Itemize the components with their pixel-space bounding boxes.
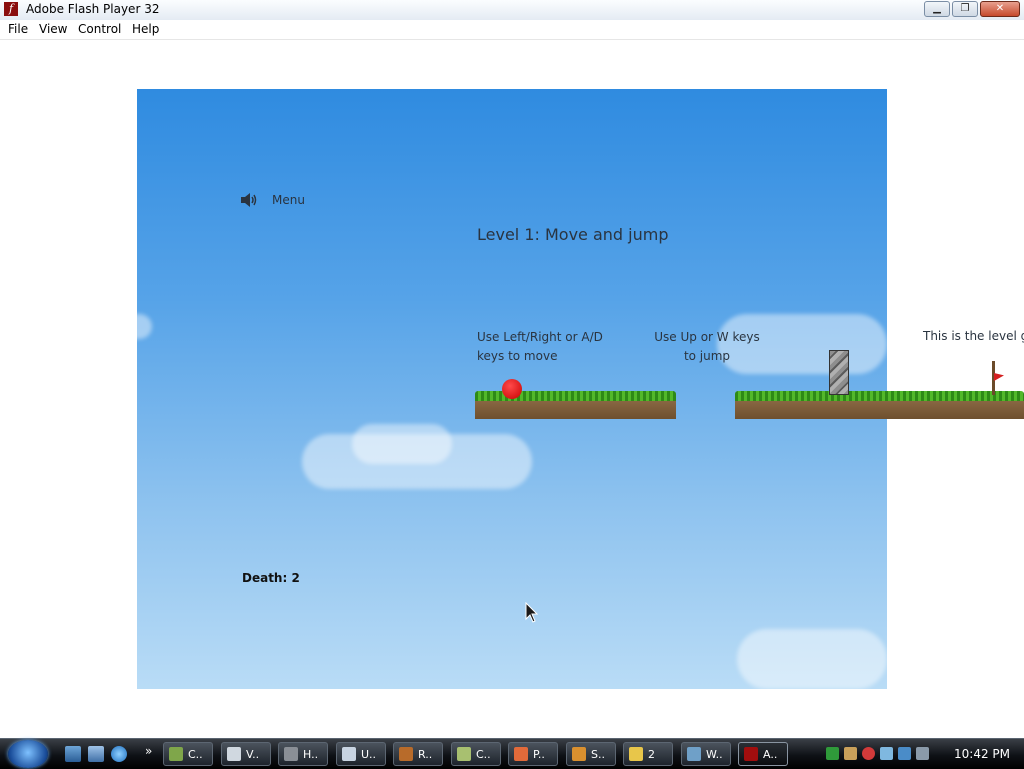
taskbar-button-label: R..	[418, 748, 433, 761]
instruction-jump-line1: Use Up or W keys	[654, 330, 760, 344]
window-title: Adobe Flash Player 32	[26, 2, 160, 16]
taskbar-button[interactable]: P..	[508, 742, 558, 766]
close-button[interactable]: ✕	[980, 1, 1020, 17]
taskbar-button-label: C..	[188, 748, 203, 761]
app-icon	[284, 747, 298, 761]
quicklaunch-more-button[interactable]: »	[145, 744, 152, 758]
taskbar-button-label: 2	[648, 748, 655, 761]
taskbar-button[interactable]: C..	[163, 742, 213, 766]
volume-muted-icon[interactable]	[916, 747, 929, 760]
taskbar-button-label: U..	[361, 748, 377, 761]
death-counter: Death: 2	[242, 571, 300, 585]
app-icon	[399, 747, 413, 761]
taskbar-button-label: H..	[303, 748, 319, 761]
taskbar-button[interactable]: 2	[623, 742, 673, 766]
instruction-move: Use Left/Right or A/D keys to move	[477, 328, 603, 366]
switch-windows-icon[interactable]	[88, 746, 104, 762]
platform	[735, 391, 1024, 419]
instruction-goal: This is the level g	[923, 329, 1024, 343]
game-menu-button[interactable]: Menu	[272, 193, 305, 207]
taskbar-button[interactable]: A..	[738, 742, 788, 766]
game-stage[interactable]: Menu Level 1: Move and jump Use Left/Rig…	[137, 89, 1024, 689]
taskbar-button-label: A..	[763, 748, 778, 761]
taskbar: » C.. V.. H.. U.. R.. C.. P.. S.. 2 W.. A.. 10:42 …	[0, 738, 1024, 769]
menu-control[interactable]: Control	[78, 22, 121, 36]
app-icon[interactable]	[880, 747, 893, 760]
app-icon	[514, 747, 528, 761]
level-title: Level 1: Move and jump	[477, 225, 669, 244]
grass	[735, 391, 1024, 401]
taskbar-button[interactable]: H..	[278, 742, 328, 766]
close-icon: ✕	[995, 3, 1005, 14]
taskbar-button-label: V..	[246, 748, 260, 761]
taskbar-button[interactable]: C..	[451, 742, 501, 766]
taskbar-button-label: S..	[591, 748, 605, 761]
instruction-jump: Use Up or W keys to jump	[651, 328, 763, 366]
shield-x-icon[interactable]	[862, 747, 875, 760]
internet-explorer-icon[interactable]	[111, 746, 127, 762]
folder-icon	[629, 747, 643, 761]
cloud	[137, 314, 152, 339]
show-desktop-icon[interactable]	[65, 746, 81, 762]
menu-bar: File View Control Help	[0, 20, 1024, 40]
player-ball	[502, 379, 522, 399]
notepad-icon	[227, 747, 241, 761]
taskbar-button[interactable]: U..	[336, 742, 386, 766]
taskbar-button[interactable]: R..	[393, 742, 443, 766]
network-icon[interactable]	[826, 747, 839, 760]
menu-help[interactable]: Help	[132, 22, 159, 36]
flash-icon: f	[4, 2, 18, 16]
taskbar-button[interactable]: W..	[681, 742, 731, 766]
menu-view[interactable]: View	[39, 22, 67, 36]
system-tray: 10:42 PM	[814, 739, 1024, 769]
clock[interactable]: 10:42 PM	[954, 747, 1010, 761]
app-icon	[169, 747, 183, 761]
goal-flag-icon	[994, 373, 1004, 381]
instruction-jump-line2: to jump	[683, 349, 731, 363]
title-bar: f Adobe Flash Player 32 ▁ ❐ ✕	[0, 0, 1024, 21]
speaker-icon[interactable]	[240, 192, 258, 208]
stone-pillar	[829, 350, 849, 395]
instruction-move-line1: Use Left/Right or A/D	[477, 330, 603, 344]
restore-icon: ❐	[960, 3, 970, 14]
platform	[475, 391, 676, 419]
app-icon	[572, 747, 586, 761]
windows-start-icon[interactable]	[8, 740, 48, 768]
taskbar-button-label: C..	[476, 748, 491, 761]
window-controls: ▁ ❐ ✕	[924, 1, 1020, 17]
app-icon	[687, 747, 701, 761]
taskbar-button[interactable]: V..	[221, 742, 271, 766]
monitor-icon[interactable]	[898, 747, 911, 760]
tool-icon[interactable]	[844, 747, 857, 760]
restore-button[interactable]: ❐	[952, 1, 978, 17]
taskbar-button-label: P..	[533, 748, 545, 761]
taskbar-button[interactable]: S..	[566, 742, 616, 766]
flash-icon	[744, 747, 758, 761]
minimize-icon: ▁	[933, 3, 941, 14]
mouse-cursor-icon	[525, 602, 539, 623]
app-icon	[457, 747, 471, 761]
instruction-move-line2: keys to move	[477, 349, 558, 363]
cloud	[352, 424, 452, 464]
menu-file[interactable]: File	[8, 22, 28, 36]
cloud	[737, 629, 887, 689]
notepad-icon	[342, 747, 356, 761]
taskbar-button-label: W..	[706, 748, 723, 761]
minimize-button[interactable]: ▁	[924, 1, 950, 17]
